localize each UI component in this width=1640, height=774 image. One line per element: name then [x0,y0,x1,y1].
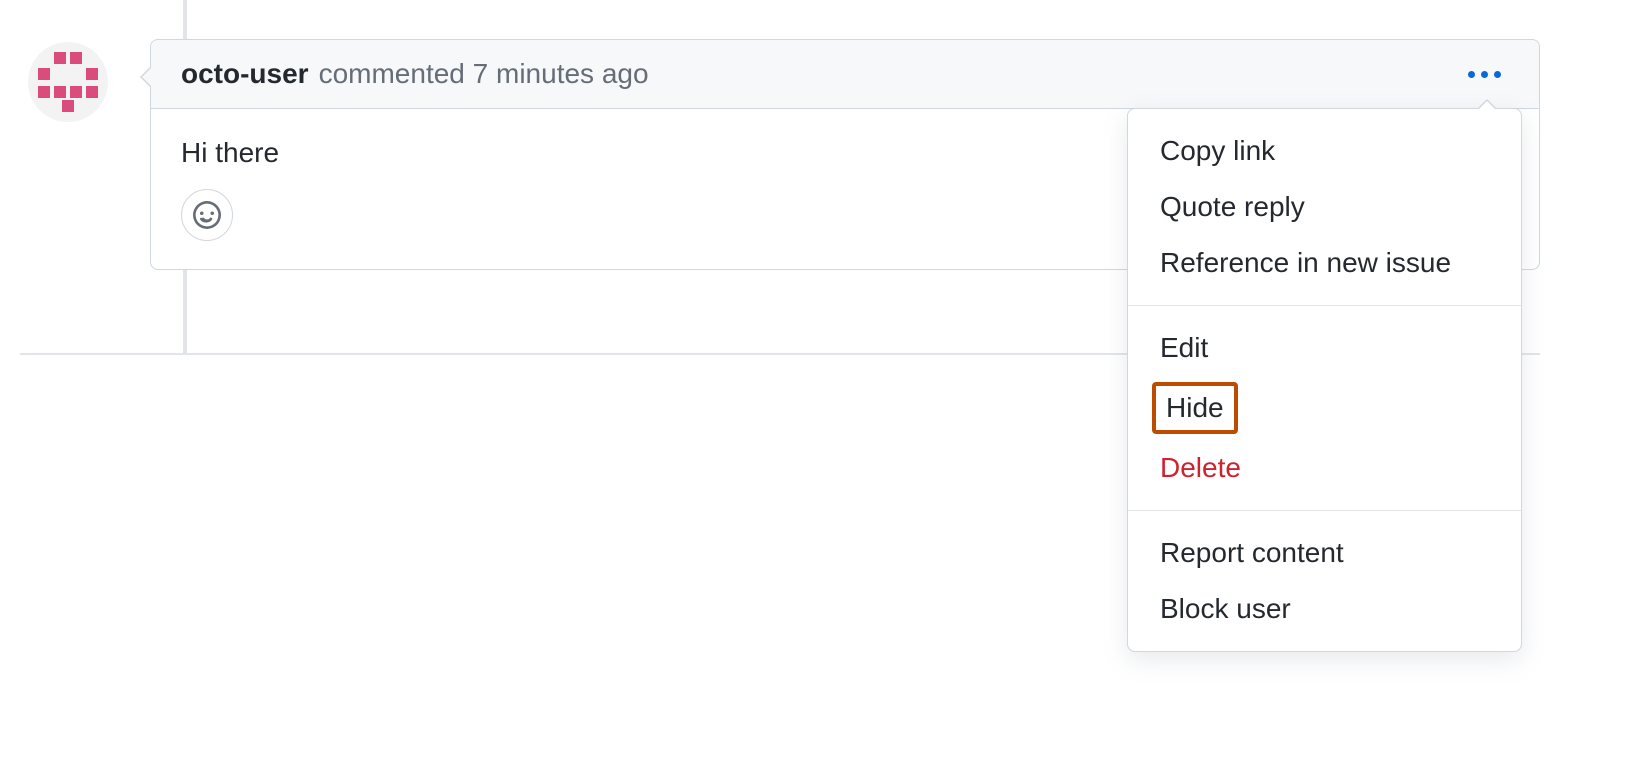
add-reaction-button[interactable] [181,189,233,241]
smiley-icon [193,201,221,229]
menu-item-delete[interactable]: Delete [1128,440,1521,496]
kebab-dot-icon [1468,71,1475,78]
avatar[interactable] [28,42,108,122]
kebab-dot-icon [1494,71,1501,78]
comment-header: octo-user commented 7 minutes ago [151,40,1539,109]
menu-item-block-user[interactable]: Block user [1128,581,1521,637]
commented-timestamp[interactable]: commented 7 minutes ago [319,58,649,90]
identicon-icon [32,46,104,118]
menu-item-edit[interactable]: Edit [1128,320,1521,376]
comment-actions-dropdown: Copy link Quote reply Reference in new i… [1127,108,1522,652]
menu-item-quote-reply[interactable]: Quote reply [1128,179,1521,235]
dropdown-group: Report content Block user [1128,510,1521,651]
menu-item-hide[interactable]: Hide [1152,382,1238,434]
comment-meta: octo-user commented 7 minutes ago [181,58,649,90]
menu-item-reference-issue[interactable]: Reference in new issue [1128,235,1521,291]
username-link[interactable]: octo-user [181,58,309,90]
kebab-dot-icon [1481,71,1488,78]
dropdown-group: Copy link Quote reply Reference in new i… [1128,109,1521,305]
kebab-menu-button[interactable] [1460,63,1509,86]
dropdown-group: Edit Hide Delete [1128,305,1521,510]
menu-item-copy-link[interactable]: Copy link [1128,123,1521,179]
menu-item-report[interactable]: Report content [1128,525,1521,581]
